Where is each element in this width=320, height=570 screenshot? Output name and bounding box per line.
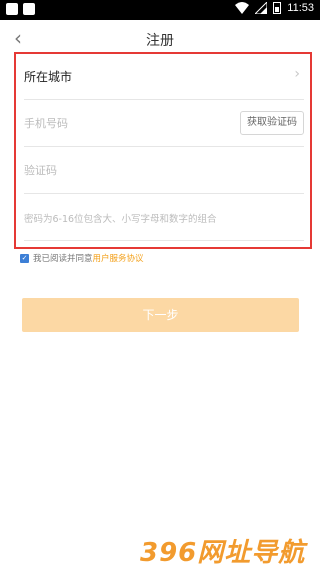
battery-icon — [273, 2, 282, 14]
wifi-icon — [235, 2, 250, 14]
get-code-button[interactable]: 获取验证码 — [240, 111, 304, 135]
user-agreement-link[interactable]: 用户服务协议 — [93, 252, 144, 264]
status-notification-icons — [6, 3, 35, 15]
notification-icon — [6, 3, 18, 15]
agreement-row: ✓ 我已阅读并同意 用户服务协议 — [20, 252, 144, 264]
page-title: 注册 — [146, 33, 174, 49]
status-time: 11:53 — [287, 2, 314, 14]
password-input[interactable]: 密码为6-16位包含大、小写字母和数字的组合 — [24, 211, 217, 225]
phone-input[interactable]: 手机号码 — [24, 115, 68, 131]
city-label: 所在城市 — [24, 70, 73, 84]
registration-form: 所在城市 › 手机号码 获取验证码 验证码 密码为6-16位包含大、小写字母和数… — [14, 52, 312, 249]
notification-icon — [23, 3, 35, 15]
chevron-right-icon: › — [294, 66, 300, 82]
code-input[interactable]: 验证码 — [24, 162, 57, 178]
agreement-text: 我已阅读并同意 — [33, 254, 93, 264]
code-field[interactable]: 验证码 — [24, 148, 304, 194]
city-selector[interactable]: 所在城市 › — [24, 54, 304, 100]
phone-field[interactable]: 手机号码 获取验证码 — [24, 101, 304, 147]
status-bar: 11:53 — [0, 0, 320, 20]
password-field[interactable]: 密码为6-16位包含大、小写字母和数字的组合 — [24, 195, 304, 241]
watermark-logo: 396网址导航 — [140, 538, 306, 568]
agreement-checkbox[interactable]: ✓ — [20, 253, 29, 263]
signal-icon — [255, 2, 268, 14]
next-step-button[interactable]: 下一步 — [22, 298, 299, 332]
status-right: 11:53 — [235, 2, 314, 14]
